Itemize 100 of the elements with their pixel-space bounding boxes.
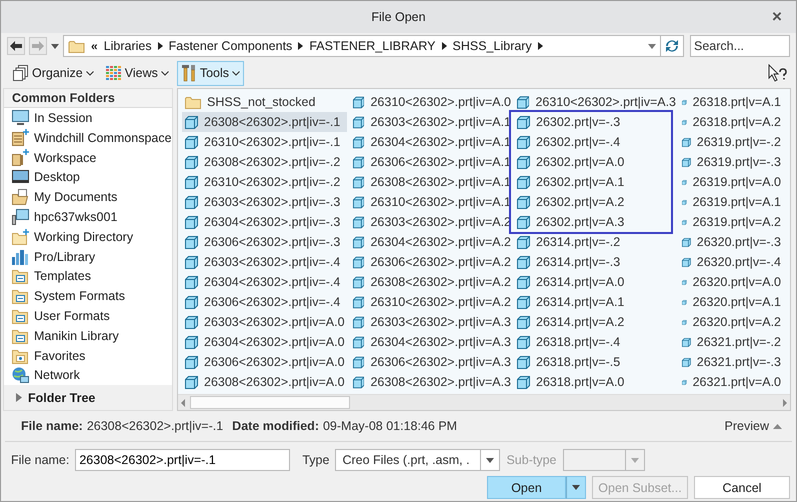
info-value: 26308<26302>.prt|iv=-.1 [86, 419, 224, 433]
breadcrumb[interactable]: FASTENER_LIBRARY [309, 39, 436, 53]
sidebar-item[interactable]: Working Directory [4, 226, 172, 247]
file-item[interactable]: 26306<26302>.prt|iv=-.4 [182, 292, 347, 312]
file-item[interactable]: 26319.prt|v=-.2 [679, 132, 781, 152]
sidebar-item[interactable]: Pro/Library [4, 246, 172, 267]
file-item[interactable]: 26318.prt|v=A.0 [514, 372, 676, 392]
folder-tree-toggle[interactable]: Folder Tree [4, 385, 172, 410]
toolbar-button[interactable]: Organize [9, 60, 98, 86]
file-item[interactable]: 26302.prt|v=A.2 [509, 192, 673, 212]
file-item[interactable]: 26310<26302>.prt|iv=A.0 [350, 92, 511, 112]
sidebar-item[interactable]: Favorites [4, 346, 172, 366]
file-item[interactable]: 26304<26302>.prt|iv=A.1 [350, 132, 511, 152]
file-item[interactable]: 26306<26302>.prt|iv=A.2 [350, 252, 511, 272]
file-item[interactable]: 26318.prt|v=-.5 [514, 352, 676, 372]
file-item[interactable]: 26314.prt|v=A.1 [514, 292, 676, 312]
file-item[interactable]: 26304<26302>.prt|iv=A.0 [182, 332, 347, 352]
sidebar-item[interactable]: In Session [4, 108, 172, 128]
file-item[interactable]: 26306<26302>.prt|iv=A.1 [350, 152, 511, 172]
field-label: File name: [11, 453, 70, 467]
file-item[interactable]: 26302.prt|v=-.3 [509, 110, 673, 132]
sidebar-item[interactable]: Windchill Commonspace [4, 128, 172, 148]
file-item[interactable]: 26308<26302>.prt|iv=-.2 [182, 152, 347, 172]
sidebar-item[interactable]: Templates [4, 266, 172, 286]
file-item[interactable]: 26320.prt|v=-.4 [679, 252, 781, 272]
file-item[interactable]: 26314.prt|v=A.0 [514, 272, 676, 292]
file-item[interactable]: 26302.prt|v=-.4 [509, 132, 673, 152]
field-label: Sub-type [506, 453, 556, 467]
close-button[interactable]: × [766, 7, 788, 27]
info-value: 09-May-08 01:18:46 PM [322, 419, 458, 433]
sidebar-item[interactable]: Manikin Library [4, 326, 172, 346]
file-item[interactable]: 26308<26302>.prt|iv=A.3 [350, 372, 511, 392]
file-item[interactable]: 26321.prt|v=A.0 [679, 372, 781, 392]
dialog-button[interactable]: Open [487, 476, 566, 499]
file-item[interactable]: 26306<26302>.prt|iv=A.3 [350, 352, 511, 372]
file-item[interactable]: 26303<26302>.prt|iv=-.3 [182, 192, 347, 212]
sidebar-item[interactable]: hpc637wks001 [4, 207, 172, 227]
search-field[interactable]: Search... [690, 35, 790, 57]
sidebar-heading: Common Folders [4, 89, 172, 108]
file-name-field[interactable]: 26308<26302>.prt|iv=-.1 [75, 449, 290, 471]
file-item[interactable]: 26304<26302>.prt|iv=A.2 [350, 232, 511, 252]
address-bar[interactable]: « Libraries Fastener Components FASTENER_LIBRARY SHSS_Library [63, 35, 661, 57]
breadcrumb[interactable]: SHSS_Library [452, 39, 532, 53]
file-item[interactable]: 26314.prt|v=A.2 [514, 312, 676, 332]
file-item[interactable]: 26310<26302>.prt|iv=A.2 [350, 292, 511, 312]
file-item[interactable]: 26308<26302>.prt|iv=-.1 [182, 112, 347, 132]
file-item[interactable]: 26320.prt|v=A.2 [679, 312, 781, 332]
file-item[interactable]: 26318.prt|v=-.4 [514, 332, 676, 352]
file-item[interactable]: 26303<26302>.prt|iv=A.3 [350, 312, 511, 332]
file-item[interactable]: 26319.prt|v=-.3 [679, 152, 781, 172]
breadcrumb[interactable]: Libraries [104, 39, 152, 53]
file-item[interactable]: 26310<26302>.prt|iv=A.1 [350, 192, 511, 212]
file-item[interactable]: 26303<26302>.prt|iv=-.4 [182, 252, 347, 272]
file-item[interactable]: SHSS_not_stocked [182, 92, 347, 112]
file-item[interactable]: 26303<26302>.prt|iv=A.2 [350, 212, 511, 232]
file-item[interactable]: 26308<26302>.prt|iv=A.2 [350, 272, 511, 292]
sidebar-item[interactable]: Network [4, 366, 172, 386]
file-item[interactable]: 26303<26302>.prt|iv=A.0 [182, 312, 347, 332]
info-label: Date modified: [232, 419, 319, 433]
file-item[interactable]: 26319.prt|v=A.1 [679, 192, 781, 212]
file-item[interactable]: 26304<26302>.prt|iv=-.3 [182, 212, 347, 232]
overflow-mark[interactable]: « [91, 39, 98, 53]
sidebar-item[interactable]: Workspace [4, 148, 172, 168]
file-item[interactable]: 26319.prt|v=A.2 [679, 212, 781, 232]
file-item[interactable]: 26314.prt|v=-.2 [514, 232, 676, 252]
file-item[interactable]: 26303<26302>.prt|iv=A.1 [350, 112, 511, 132]
dialog-button[interactable]: Cancel [694, 476, 790, 499]
file-item[interactable]: 26302.prt|v=A.1 [509, 172, 673, 192]
file-item[interactable]: 26304<26302>.prt|iv=A.3 [350, 332, 511, 352]
file-item[interactable]: 26310<26302>.prt|iv=-.1 [182, 132, 347, 152]
file-item[interactable]: 26318.prt|v=A.2 [679, 112, 781, 132]
breadcrumb[interactable]: Fastener Components [168, 39, 292, 53]
file-item[interactable]: 26306<26302>.prt|iv=A.0 [182, 352, 347, 372]
file-item[interactable]: 26320.prt|v=-.3 [679, 232, 781, 252]
file-item[interactable]: 26308<26302>.prt|iv=A.1 [350, 172, 511, 192]
field-label: Type [302, 453, 330, 467]
file-item[interactable]: 26319.prt|v=A.0 [679, 172, 781, 192]
info-label: File name: [21, 419, 83, 433]
file-item[interactable]: 26318.prt|v=A.1 [679, 92, 781, 112]
file-item[interactable]: 26306<26302>.prt|iv=-.3 [182, 232, 347, 252]
file-item[interactable]: 26321.prt|v=-.3 [679, 352, 781, 372]
sidebar-item[interactable]: My Documents [4, 187, 172, 208]
sidebar-item[interactable]: Desktop [4, 168, 172, 188]
file-item[interactable]: 26321.prt|v=-.2 [679, 332, 781, 352]
file-item[interactable]: 26308<26302>.prt|iv=A.0 [182, 372, 347, 392]
file-item[interactable]: 26320.prt|v=A.0 [679, 272, 781, 292]
window-title: File Open [371, 10, 426, 24]
file-item[interactable]: 26320.prt|v=A.1 [679, 292, 781, 312]
sidebar-item[interactable]: System Formats [4, 286, 172, 306]
preview-toggle[interactable]: Preview [724, 419, 782, 433]
file-item[interactable]: 26302.prt|v=A.3 [509, 212, 673, 234]
type-dropdown[interactable]: Creo Files (.prt, .asm, . [335, 449, 500, 471]
toolbar-button[interactable]: Tools [176, 60, 244, 86]
file-item[interactable]: 26310<26302>.prt|iv=-.2 [182, 172, 347, 192]
file-item[interactable]: 26304<26302>.prt|iv=-.4 [182, 272, 347, 292]
toolbar-button[interactable]: Views [102, 60, 173, 86]
file-item[interactable]: 26302.prt|v=A.0 [509, 152, 673, 172]
file-item[interactable]: 26310<26302>.prt|iv=A.3 [514, 92, 676, 112]
sidebar-item[interactable]: User Formats [4, 306, 172, 326]
file-item[interactable]: 26314.prt|v=-.3 [514, 252, 676, 272]
